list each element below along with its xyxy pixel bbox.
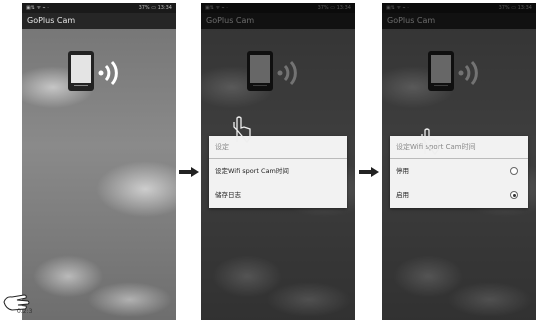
menu-item-save-log[interactable]: 储存日志 [209, 183, 347, 207]
caption-text: 0.2:3 [17, 308, 33, 315]
hand-pointer-icon [421, 128, 439, 156]
phone-screen-main: ▣⇅ ᯤ ⌁ · 37% ▭ 13:34 GoPlus Cam [22, 3, 176, 320]
settings-dialog-title: 设定 [209, 136, 347, 159]
option-disable-label: 停用 [396, 167, 409, 175]
arrow-right-icon [359, 167, 379, 177]
time-dialog-title: 设定Wifi sport Cam时间 [390, 136, 528, 159]
menu-item-set-time[interactable]: 设定Wifi sport Cam时间 [209, 159, 347, 183]
device-icon [68, 51, 94, 91]
option-enable-label: 启用 [396, 191, 409, 199]
status-bar: ▣⇅ ᯤ ⌁ · 37% ▭ 13:34 [22, 3, 176, 13]
time-dialog: 设定Wifi sport Cam时间 停用 启用 [390, 136, 528, 208]
hand-pointer-icon [233, 116, 251, 144]
status-right: 37% ▭ 13:34 [138, 5, 172, 11]
arrow-right-icon [179, 167, 199, 177]
settings-dialog: 设定 设定Wifi sport Cam时间 储存日志 [209, 136, 347, 208]
radio-disable[interactable] [510, 167, 518, 175]
option-enable[interactable]: 启用 [390, 183, 528, 207]
status-left: ▣⇅ ᯤ ⌁ · [26, 5, 49, 11]
wifi-signal-icon [98, 60, 118, 86]
option-disable[interactable]: 停用 [390, 159, 528, 183]
app-title: GoPlus Cam [27, 16, 76, 25]
phone-screen-time: ▣⇅ ᯤ ⌁ · 37% ▭ 13:34 GoPlus Cam 设定Wifi s… [382, 3, 536, 320]
phone-screen-settings: ▣⇅ ᯤ ⌁ · 37% ▭ 13:34 GoPlus Cam 设定 设定Wif… [201, 3, 355, 320]
app-bar: GoPlus Cam [22, 13, 176, 29]
radio-enable[interactable] [510, 191, 518, 199]
